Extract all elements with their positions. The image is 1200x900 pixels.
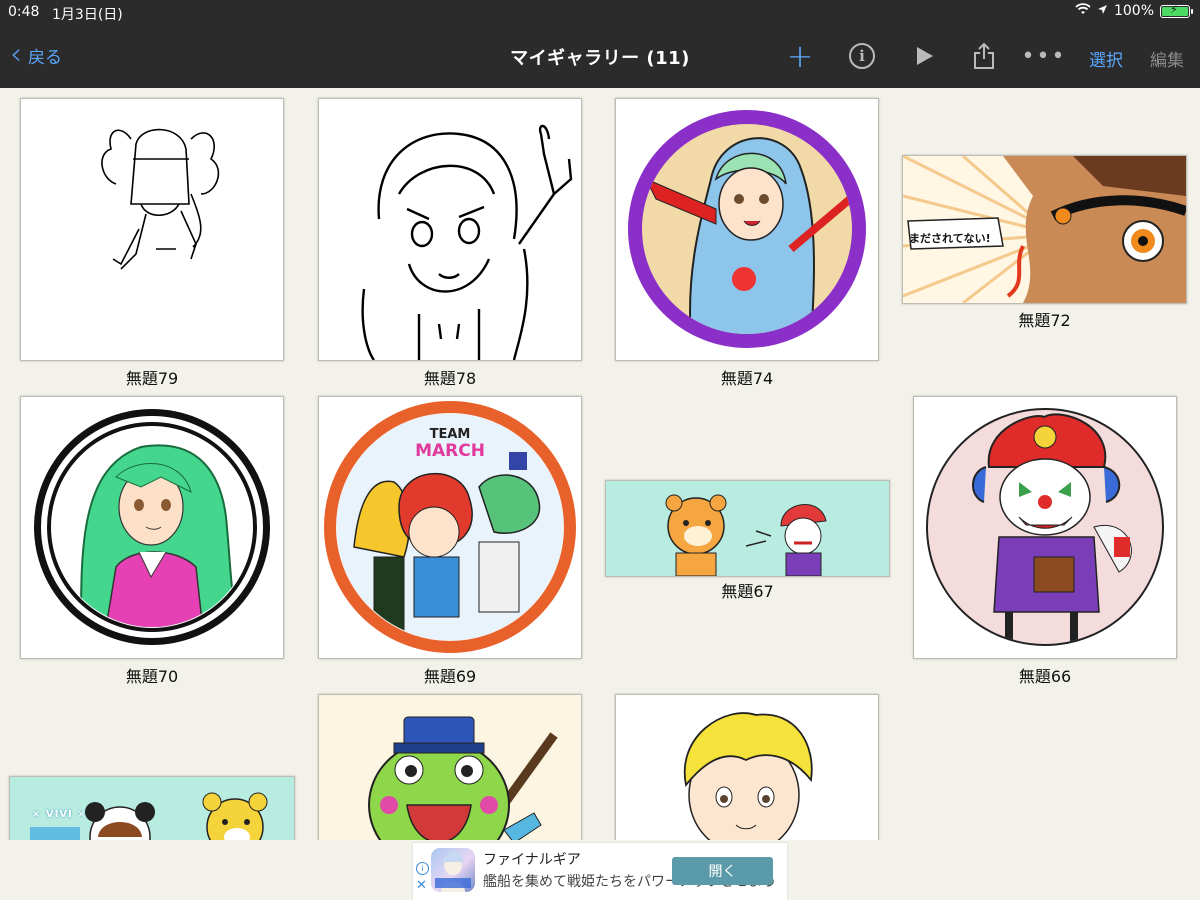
artwork-thumbnail[interactable]: まだされてない! [902,155,1187,304]
location-icon [1097,3,1108,19]
page-title: マイギャラリー (11) [510,48,690,69]
artwork-title: 無題66 [1018,667,1072,686]
artwork-title: 無題72 [1018,311,1071,330]
add-icon[interactable]: + [784,40,816,72]
info-icon[interactable]: i [846,40,878,72]
team-title-line1: TEAM [429,427,471,442]
artwork-thumbnail[interactable] [615,694,879,840]
navigation-bar: ‹ 戻る マイギャラリー (11) + i ••• 選択 編集 [0,26,1200,88]
blond-boy-image [616,695,878,840]
artwork-thumbnail[interactable] [605,480,890,577]
ad-title: ファイナルギア [483,852,581,868]
ad-banner[interactable]: i ✕ ファイナルギア 艦船を集めて戦姫たちをパワーアップさせよう 開く [413,843,787,900]
status-bar: 0:48 1月3日(日) 100% ⚡ [0,0,1200,26]
status-date: 1月3日(日) [52,7,123,23]
artwork-title: 無題67 [721,582,774,601]
status-right: 100% ⚡ [1075,3,1193,19]
play-icon[interactable] [908,40,940,72]
sketch-girl-image [101,128,220,270]
clown-circle-image [926,408,1164,646]
artwork-thumbnail[interactable] [615,98,879,361]
ad-app-icon[interactable] [431,848,475,892]
artwork-thumbnail[interactable] [318,694,582,840]
edit-button[interactable]: 編集 [1150,46,1184,71]
select-button[interactable]: 選択 [1089,46,1123,71]
banner-text: × VIVI × [32,809,87,820]
artwork-title: 無題70 [125,667,179,686]
close-icon[interactable]: ✕ [416,878,427,893]
artwork-thumbnail[interactable] [20,396,284,659]
artwork-thumbnail[interactable] [20,98,284,361]
manga-speech-text: まだされてない! [909,232,991,245]
artwork-thumbnail[interactable]: × VIVI × [9,776,295,840]
artwork-title: 無題79 [125,369,179,388]
purple-circle-image [628,110,866,348]
artwork-thumbnail[interactable]: TEAM MARCH [318,396,582,659]
artwork-thumbnail[interactable] [913,396,1177,659]
artwork-thumbnail[interactable] [318,98,582,361]
banner-bear-image [606,481,889,576]
battery-icon: ⚡ [1160,3,1193,18]
gallery-grid: 無題79 無題78 無題74 まだされてない! 無題72 無題70 TEAM M… [0,88,1200,840]
ad-open-button[interactable]: 開く [672,857,773,885]
battery-percent: 100% [1113,3,1154,19]
sketch-hoodie-image [361,124,573,360]
ad-info-icon[interactable]: i [416,862,429,875]
share-icon[interactable] [968,40,1000,72]
more-icon[interactable]: ••• [1022,40,1065,72]
green-hair-circle-image [34,409,270,645]
artwork-title: 無題74 [720,369,774,388]
frog-image [319,695,581,840]
artwork-title: 無題69 [423,667,477,686]
wifi-icon [1075,3,1091,19]
team-title-line2: MARCH [415,441,485,461]
artwork-title: 無題78 [423,369,477,388]
status-time: 0:48 [8,4,40,20]
